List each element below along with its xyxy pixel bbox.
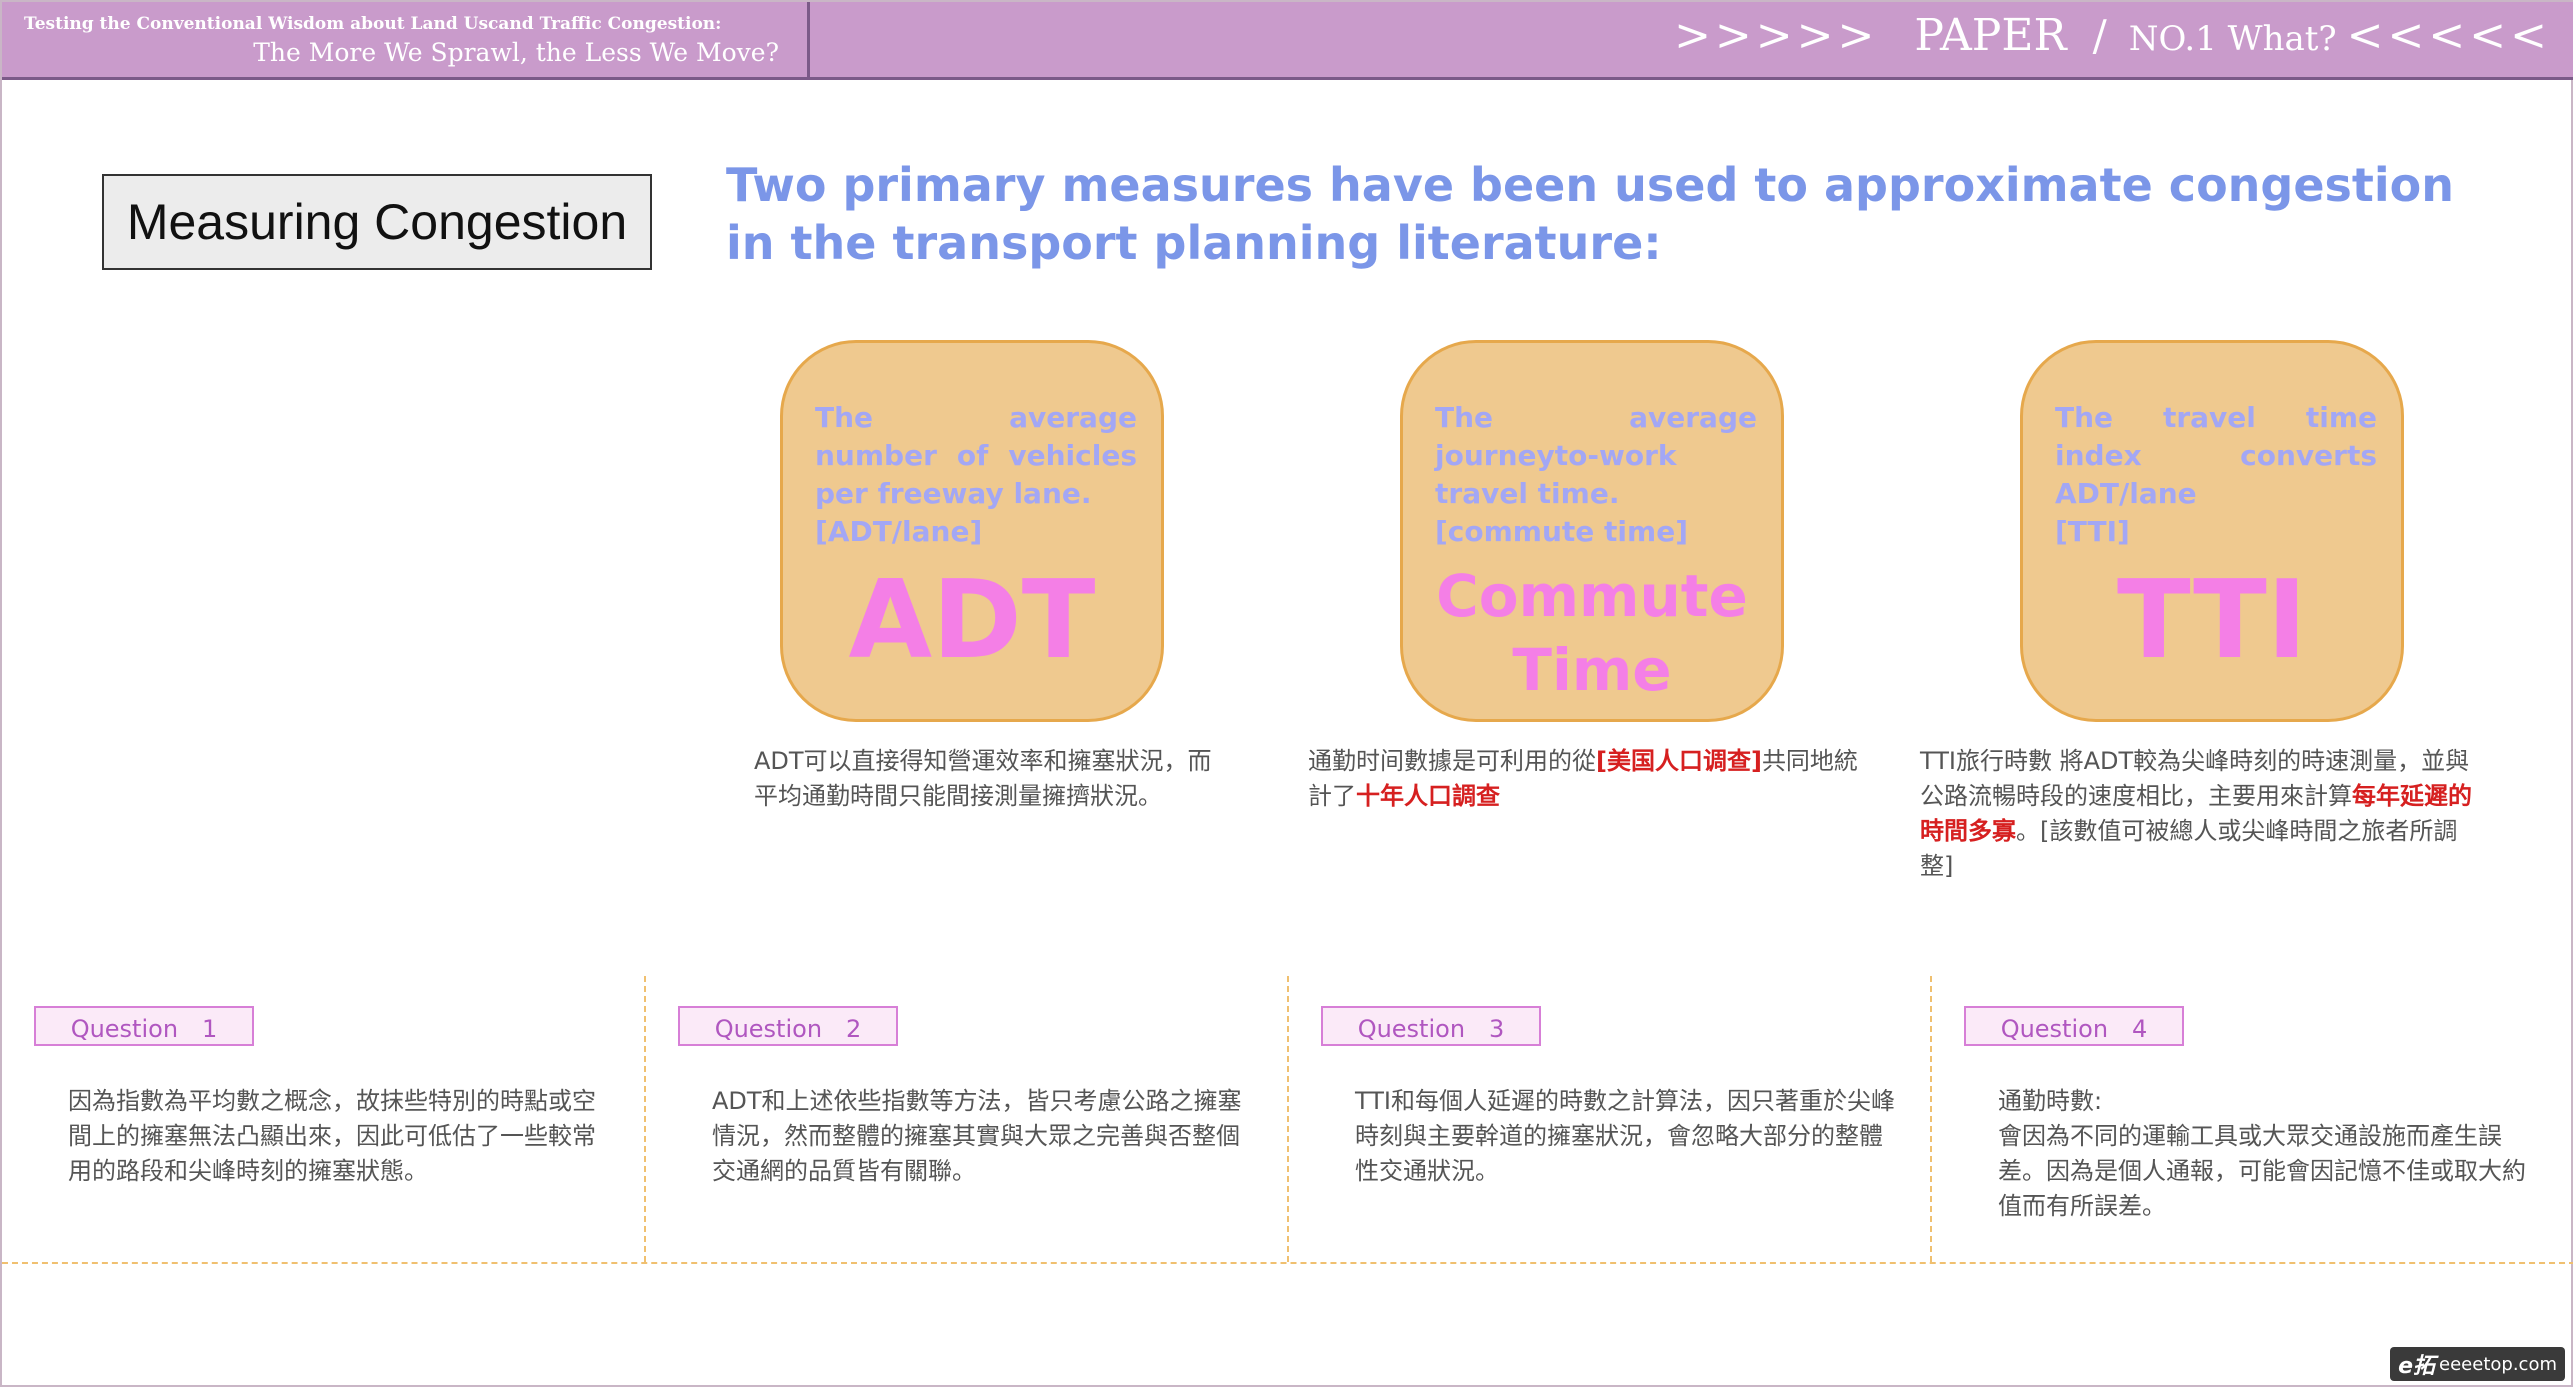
- card-tti-acronym: TTI: [2116, 558, 2307, 683]
- paper-title-line2: The More We Sprawl, the Less We Move?: [253, 38, 779, 67]
- card-adt-desc-text: The average number of vehicles per freew…: [815, 401, 1137, 510]
- card-tti-desc-text: The travel time index converts ADT/lane: [2055, 401, 2377, 510]
- question-4-body: 通勤時數: 會因為不同的運輸工具或大眾交通設施而產生誤差。因為是個人通報，可能會…: [1998, 1084, 2538, 1224]
- card-commute-tag: [commute time]: [1435, 515, 1688, 548]
- card-tti-description: The travel time index converts ADT/lane …: [2055, 399, 2377, 551]
- question-3-label: Question 3: [1321, 1006, 1541, 1046]
- card-tti-tag: [TTI]: [2055, 515, 2130, 548]
- card-commute-acronym-line2: Time: [1512, 636, 1672, 704]
- question-2-label: Question 2: [678, 1006, 898, 1046]
- question-4-label: Question 4: [1964, 1006, 2184, 1046]
- headline: Two primary measures have been used to a…: [726, 158, 2455, 270]
- page: Testing the Conventional Wisdom about La…: [0, 0, 2573, 1387]
- watermark-site: eeeetop.com: [2439, 1353, 2557, 1375]
- paper-label: PAPER: [1914, 10, 2067, 61]
- card-adt-acronym: ADT: [848, 558, 1096, 683]
- question-4-text: 會因為不同的運輸工具或大眾交通設施而產生誤差。因為是個人通報，可能會因記憶不佳或…: [1998, 1122, 2526, 1220]
- card-adt: The average number of vehicles per freew…: [780, 340, 1164, 722]
- question-3-text: TTI和每個人延遲的時數之計算法，因只著重於尖峰時刻與主要幹道的擁塞狀況，會忽略…: [1355, 1087, 1895, 1185]
- note-commute-highlight2: 十年人口調查: [1356, 782, 1500, 810]
- note-adt: ADT可以直接得知營運效率和擁塞狀況，而平均通勤時間只能間接測量擁擠狀況。: [754, 747, 1212, 810]
- paper-title-line1: Testing the Conventional Wisdom about La…: [24, 14, 722, 34]
- card-commute-time: The average journeyto-work travel time. …: [1400, 340, 1784, 722]
- card-tti: The travel time index converts ADT/lane …: [2020, 340, 2404, 722]
- divider-vertical-1: [644, 976, 646, 1262]
- section-number: NO.1 What?: [2128, 19, 2337, 59]
- section-title-box: Measuring Congestion: [102, 174, 652, 270]
- paper-title-block: Testing the Conventional Wisdom about La…: [2, 2, 810, 77]
- question-1-label: Question 1: [34, 1006, 254, 1046]
- card-adt-description: The average number of vehicles per freew…: [815, 399, 1137, 551]
- question-1-text: 因為指數為平均數之概念，故抹些特別的時點或空間上的擁塞無法凸顯出來，因此可低估了…: [68, 1087, 596, 1185]
- site-watermark: e拓 eeeetop.com: [2390, 1347, 2565, 1381]
- arrows-right: <<<<<: [2346, 10, 2551, 61]
- card-commute-acronym: Commute Time: [1403, 559, 1781, 707]
- question-2-text: ADT和上述依些指數等方法，皆只考慮公路之擁塞情況，然而整體的擁塞其實與大眾之完…: [712, 1087, 1242, 1185]
- card-adt-tag: [ADT/lane]: [815, 515, 983, 548]
- card-commute-desc-text: The average journeyto-work travel time.: [1435, 401, 1757, 510]
- header-bar: Testing the Conventional Wisdom about La…: [2, 2, 2573, 80]
- divider-vertical-3: [1930, 976, 1932, 1262]
- divider-vertical-2: [1287, 976, 1289, 1262]
- card-commute-description: The average journeyto-work travel time. …: [1435, 399, 1757, 551]
- divider-horizontal: [2, 1262, 2573, 1264]
- watermark-logo: e拓: [2398, 1354, 2436, 1379]
- arrows-left: >>>>>: [1674, 10, 1879, 61]
- note-tti: TTI旅行時數 將ADT較為尖峰時刻的時速測量，並與公路流暢時段的速度相比，主要…: [1920, 744, 2490, 884]
- slash-divider: /: [2092, 11, 2107, 60]
- card-commute-acronym-line1: Commute: [1436, 562, 1748, 630]
- note-commute-text1: 通勤时间數據是可利用的從: [1308, 747, 1596, 775]
- note-commute: 通勤时间數據是可利用的從[美国人口调查]共同地統計了十年人口調查: [1308, 744, 1868, 814]
- section-indicator: >>>>> PAPER / NO.1 What? <<<<<: [1674, 10, 2551, 61]
- question-4-title: 通勤時數:: [1998, 1087, 2103, 1115]
- note-commute-highlight1: [美国人口调查]: [1596, 747, 1762, 775]
